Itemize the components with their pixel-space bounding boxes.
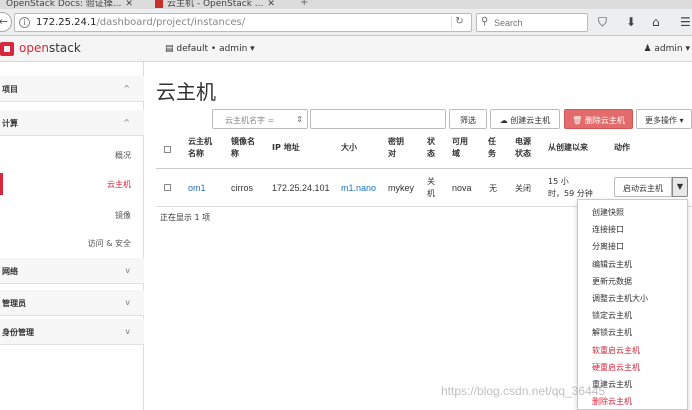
chevron-up-icon: ^ — [123, 118, 130, 127]
sidebar: 项目 ^ 计算 ^ 概况 云主机 镜像 访问 & 安全 网络 v 管理员 v 身份管理 v — [0, 62, 144, 410]
browser-tab-bar: OpenStack Docs: 验证操... ✕ 云主机 - OpenStack … — [0, 0, 692, 9]
page-title: 云主机 — [156, 80, 216, 104]
chevron-up-icon: ^ — [123, 84, 130, 93]
user-icon: ♟ — [643, 44, 655, 54]
browser-tab-docs[interactable]: OpenStack Docs: 验证操... ✕ — [6, 0, 133, 9]
sidebar-group-admin[interactable]: 管理员 v — [0, 290, 144, 316]
menu-item-attach-interface[interactable]: 连接接口 — [592, 224, 624, 235]
cell-image: cirros — [231, 183, 253, 193]
cloud-upload-icon: ☁ — [499, 116, 511, 125]
create-instance-button[interactable]: ☁ 创建云主机 — [490, 109, 560, 129]
menu-item-soft-reboot[interactable]: 软重启云主机 — [592, 345, 640, 356]
row-checkbox[interactable] — [164, 184, 171, 191]
menu-item-unlock-instance[interactable]: 解锁云主机 — [592, 327, 632, 338]
menu-item-create-snapshot[interactable]: 创建快照 — [592, 207, 624, 218]
project-icon: ▤ — [165, 44, 177, 54]
column-header-zone[interactable]: 可用域 — [452, 136, 468, 160]
table-header-divider — [156, 168, 692, 169]
home-icon[interactable]: ⌂ — [652, 15, 660, 29]
new-tab-icon[interactable]: + — [300, 0, 308, 8]
browser-tab-instances[interactable]: 云主机 - OpenStack ... ✕ — [155, 0, 275, 9]
favicon-icon — [155, 0, 163, 8]
address-bar[interactable]: i 172.25.24.1/dashboard/project/instance… — [14, 13, 472, 32]
trash-icon: 🗑 — [572, 116, 585, 125]
menu-item-edit-instance[interactable]: 编辑云主机 — [592, 259, 632, 270]
sidebar-item-instances[interactable]: 云主机 — [0, 173, 144, 195]
cell-power: 关闭 — [515, 184, 531, 193]
filter-field-select[interactable]: 云主机名字 = ⇕ — [212, 109, 308, 129]
search-icon: ⚲ — [481, 16, 489, 27]
row-actions-menu: 创建快照 连接接口 分离接口 编辑云主机 更新元数据 调整云主机大小 锁定云主机… — [577, 199, 688, 410]
instance-name-link[interactable]: om1 — [188, 183, 206, 193]
caret-down-icon: ▼ — [676, 182, 684, 191]
item-count: 正在显示 1 项 — [160, 213, 211, 222]
column-header-name[interactable]: 云主机 名称 — [188, 136, 212, 160]
cell-age: 15 小时，59 分钟 — [548, 177, 593, 198]
start-instance-button[interactable]: 启动云主机 — [614, 177, 672, 197]
sidebar-item-overview[interactable]: 概况 — [0, 144, 144, 166]
chevron-down-icon: v — [125, 327, 130, 336]
menu-item-detach-interface[interactable]: 分离接口 — [592, 241, 624, 252]
close-icon[interactable]: ✕ — [125, 0, 133, 9]
close-icon[interactable]: ✕ — [267, 0, 275, 9]
flavor-link[interactable]: m1.nano — [341, 183, 376, 193]
filter-input[interactable] — [310, 109, 446, 129]
menu-icon[interactable]: ☰ — [680, 15, 691, 29]
column-header-status[interactable]: 状态 — [427, 136, 435, 160]
watermark-text: https://blog.csdn.net/qq_36445 — [441, 384, 606, 398]
user-menu[interactable]: ♟ admin ▾ — [643, 44, 690, 54]
pocket-icon[interactable]: ⛉ — [598, 15, 607, 30]
column-header-power[interactable]: 电源 状态 — [515, 136, 531, 160]
menu-item-resize-instance[interactable]: 调整云主机大小 — [592, 293, 648, 304]
column-header-ip[interactable]: IP 地址 — [272, 142, 300, 154]
filter-button[interactable]: 筛选 — [449, 109, 487, 129]
more-actions-button[interactable]: 更多操作 ▾ — [636, 109, 692, 129]
url-text: 172.25.24.1/dashboard/project/instances/ — [36, 17, 246, 28]
cell-task: 无 — [489, 184, 497, 193]
project-selector[interactable]: ▤ default • admin ▾ — [165, 44, 255, 54]
menu-item-update-metadata[interactable]: 更新元数据 — [592, 276, 632, 287]
sidebar-group-compute[interactable]: 计算 ^ — [0, 110, 144, 136]
browser-search-input[interactable] — [494, 16, 584, 29]
column-header-keypair[interactable]: 密钥对 — [388, 136, 404, 160]
menu-item-hard-reboot[interactable]: 硬重启云主机 — [592, 362, 640, 373]
delete-instance-button[interactable]: 🗑 删除云主机 — [564, 109, 633, 129]
download-icon[interactable]: ⬇ — [626, 15, 636, 29]
openstack-header: openstack ▤ default • admin ▾ ♟ admin ▾ — [0, 36, 692, 62]
browser-search-box[interactable]: ⚲ — [476, 13, 588, 32]
openstack-logo-icon — [0, 42, 14, 56]
column-header-age[interactable]: 从创建以来 — [548, 142, 588, 154]
menu-item-lock-instance[interactable]: 锁定云主机 — [592, 310, 632, 321]
row-actions-dropdown-toggle[interactable]: ▼ — [672, 177, 688, 197]
column-header-image[interactable]: 镜像名称 — [231, 136, 255, 160]
back-arrow-icon[interactable]: ← — [0, 12, 12, 32]
column-header-task[interactable]: 任务 — [488, 136, 496, 160]
select-all-checkbox[interactable] — [164, 146, 171, 153]
chevron-down-icon: v — [125, 266, 130, 275]
info-icon[interactable]: i — [19, 17, 30, 28]
sidebar-item-access-security[interactable]: 访问 & 安全 — [0, 232, 144, 254]
column-header-size[interactable]: 大小 — [341, 142, 357, 154]
cell-keypair: mykey — [388, 183, 415, 193]
chevron-down-icon: v — [125, 298, 130, 307]
cell-ip: 172.25.24.101 — [272, 183, 330, 193]
reload-icon[interactable]: ↻ — [451, 16, 467, 29]
column-header-actions: 动作 — [614, 143, 630, 152]
cell-zone: nova — [452, 183, 472, 193]
sidebar-group-project[interactable]: 项目 ^ — [0, 76, 144, 102]
select-arrows-icon: ⇕ — [296, 115, 303, 124]
sidebar-group-network[interactable]: 网络 v — [0, 258, 144, 284]
sidebar-group-identity[interactable]: 身份管理 v — [0, 319, 144, 345]
cell-status: 关机 — [427, 177, 435, 198]
browser-toolbar: ← i 172.25.24.1/dashboard/project/instan… — [0, 9, 692, 36]
sidebar-item-images[interactable]: 镜像 — [0, 204, 144, 226]
